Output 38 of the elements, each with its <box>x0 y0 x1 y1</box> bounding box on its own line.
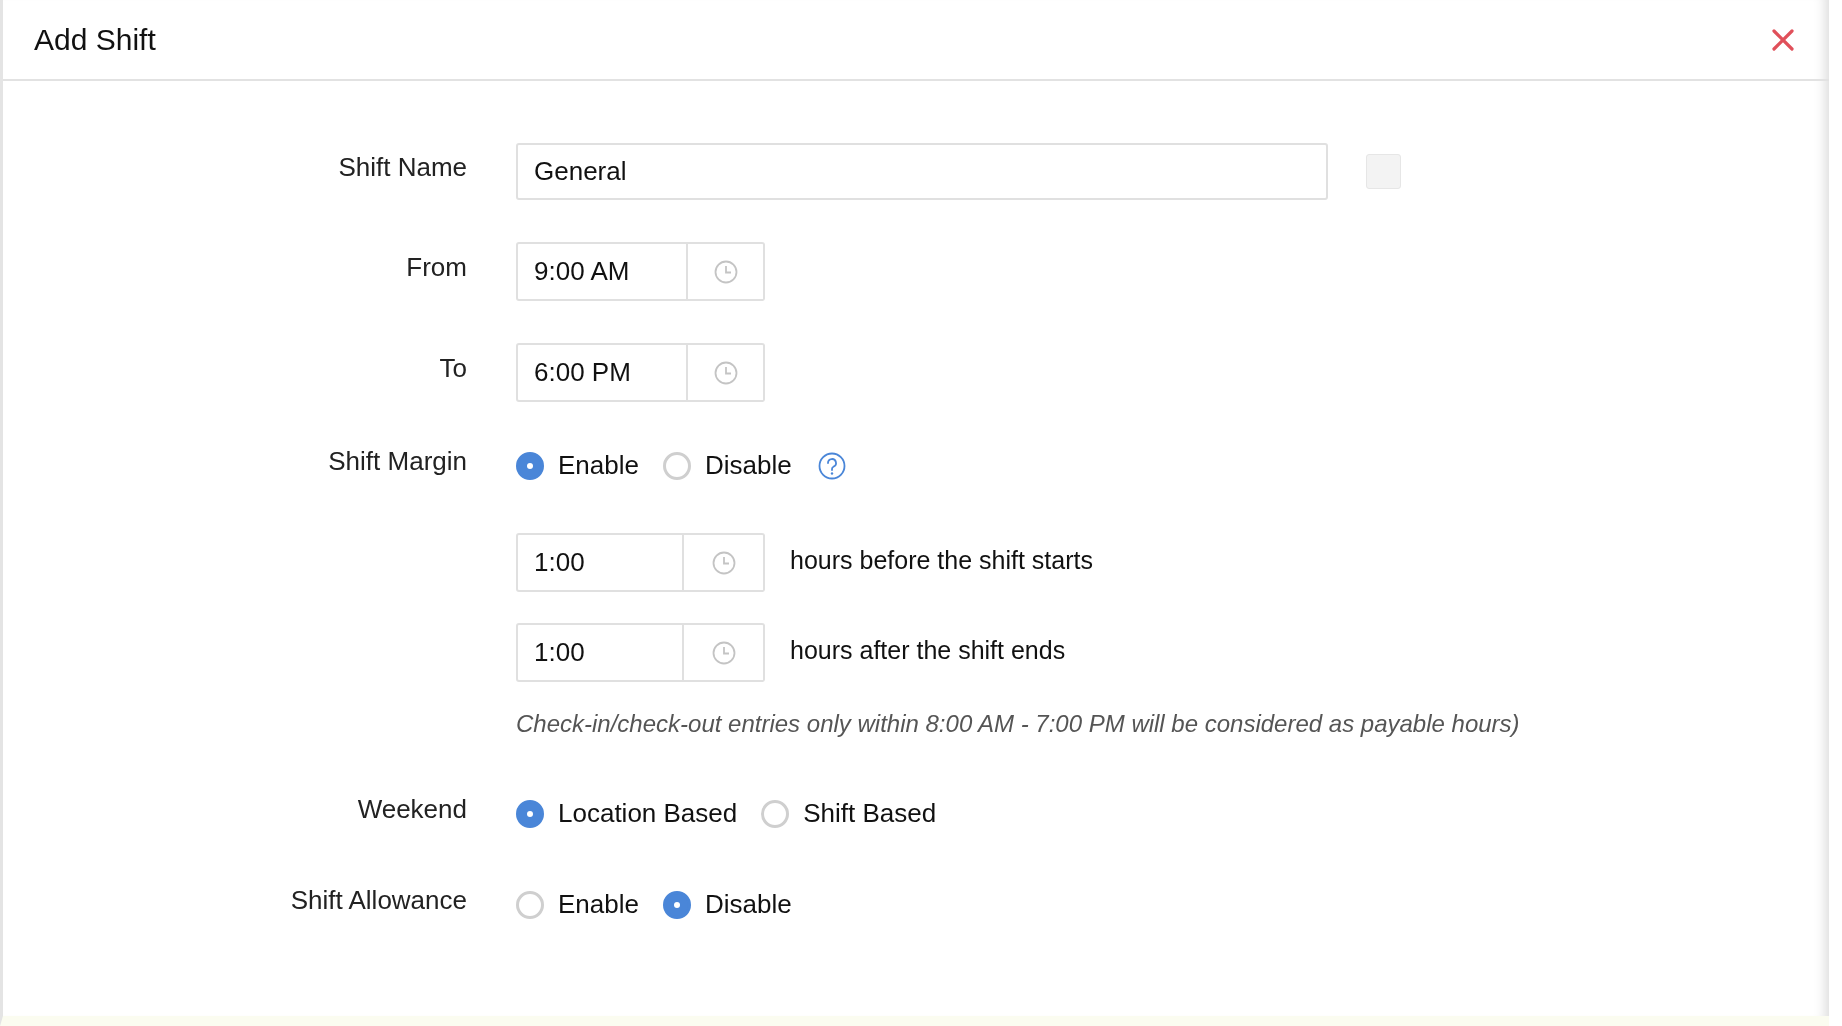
color-swatch[interactable] <box>1366 154 1401 189</box>
radio-option[interactable]: Disable <box>662 889 792 920</box>
field-caption: hours after the shift ends <box>790 636 1066 665</box>
clock-icon <box>711 640 736 665</box>
clock-icon <box>713 360 738 385</box>
clock-icon <box>713 259 738 284</box>
time-field[interactable]: 1:00 <box>516 533 684 592</box>
radio-button[interactable] <box>516 890 544 919</box>
radio-option[interactable]: Enable <box>516 450 639 481</box>
radio-option[interactable]: Enable <box>516 889 639 920</box>
field-label: Shift Name <box>337 152 467 183</box>
text-field[interactable]: General <box>516 143 1328 200</box>
radio-option[interactable]: Location Based <box>516 798 738 829</box>
time-field[interactable]: 6:00 PM <box>516 343 688 402</box>
radio-option[interactable]: Shift Based <box>761 798 937 829</box>
field-label: Shift Margin <box>327 446 467 477</box>
field-label: From <box>405 252 467 283</box>
clock-button[interactable] <box>684 623 765 682</box>
time-field[interactable]: 9:00 AM <box>516 242 688 301</box>
field-label: To <box>438 353 467 384</box>
radio-button[interactable] <box>761 799 790 828</box>
radio-button[interactable] <box>516 451 544 480</box>
clock-button[interactable] <box>684 533 765 592</box>
help-icon[interactable] <box>817 451 846 480</box>
radio-option[interactable]: Disable <box>662 450 792 481</box>
clock-icon <box>711 550 736 575</box>
field-caption: hours before the shift starts <box>790 546 1093 575</box>
field-label: Weekend <box>356 794 467 825</box>
field-label: Shift Allowance <box>289 885 467 916</box>
clock-button[interactable] <box>688 242 765 301</box>
dialog-title: Add Shift <box>34 22 156 57</box>
note-text: Check-in/check-out entries only within 8:00 AM - 7:00 PM will be considered as payable hours) <box>516 710 1520 738</box>
radio-button[interactable] <box>516 799 544 828</box>
time-field[interactable]: 1:00 <box>516 623 684 682</box>
close-button[interactable] <box>1771 27 1795 52</box>
radio-button[interactable] <box>662 451 691 480</box>
radio-button[interactable] <box>662 890 691 919</box>
clock-button[interactable] <box>688 343 765 402</box>
